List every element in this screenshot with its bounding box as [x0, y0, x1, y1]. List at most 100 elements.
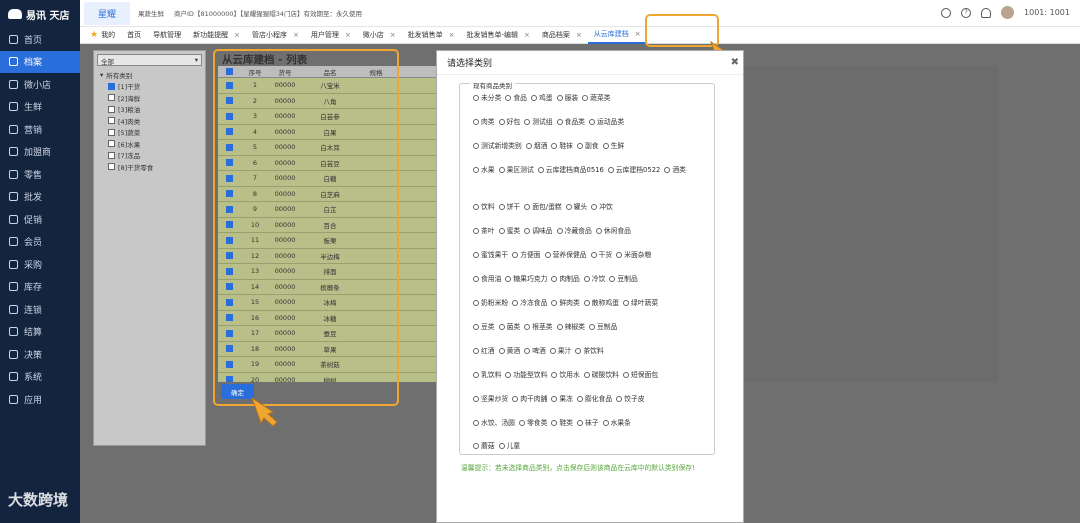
radio-button[interactable]	[473, 228, 479, 234]
checkbox[interactable]	[108, 140, 115, 148]
sidebar-item[interactable]: 批发	[0, 186, 80, 209]
radio-button[interactable]	[583, 276, 590, 282]
radio-button[interactable]	[549, 348, 556, 354]
radio-option[interactable]: 蜜类	[498, 227, 520, 236]
radio-button[interactable]	[576, 396, 583, 402]
radio-button[interactable]	[588, 119, 595, 125]
sidebar-item[interactable]: 零售	[0, 163, 80, 186]
radio-button[interactable]	[525, 143, 532, 149]
radio-option[interactable]: 米面杂粮	[616, 251, 651, 260]
radio-button[interactable]	[512, 300, 519, 306]
radio-option[interactable]: 冲饮	[591, 203, 613, 212]
close-icon[interactable]: ×	[635, 30, 641, 38]
radio-option[interactable]: 黄酒	[498, 347, 520, 356]
radio-option[interactable]: 饺子皮	[616, 395, 645, 404]
checkbox[interactable]	[108, 163, 115, 171]
radio-option[interactable]: 测试组	[524, 118, 553, 127]
radio-button[interactable]	[473, 204, 479, 210]
tab-item[interactable]: 微小店 ×	[357, 27, 402, 44]
radio-button[interactable]	[473, 167, 479, 173]
radio-option[interactable]: 水果条	[602, 419, 631, 428]
radio-button[interactable]	[473, 324, 479, 330]
radio-button[interactable]	[505, 95, 512, 101]
radio-button[interactable]	[498, 443, 505, 449]
radio-option[interactable]: 方便面	[512, 251, 541, 260]
radio-button[interactable]	[551, 276, 558, 282]
radio-option[interactable]: 饮用水	[551, 371, 580, 380]
radio-button[interactable]	[512, 396, 519, 402]
radio-button[interactable]	[473, 420, 479, 426]
radio-button[interactable]	[473, 348, 479, 354]
radio-button[interactable]	[473, 95, 479, 101]
checkbox[interactable]	[108, 151, 115, 159]
radio-button[interactable]	[595, 228, 602, 234]
radio-option[interactable]: 茶饮料	[575, 347, 604, 356]
radio-button[interactable]	[524, 204, 531, 210]
sidebar-item[interactable]: 连锁	[0, 298, 80, 321]
tab-item[interactable]: 用户管理 ×	[305, 27, 357, 44]
tree-node[interactable]: [6]水果	[94, 138, 205, 150]
radio-button[interactable]	[582, 95, 589, 101]
radio-option[interactable]: 生鲜	[602, 142, 624, 151]
sidebar-item[interactable]: 会员	[0, 231, 80, 254]
radio-button[interactable]	[498, 167, 505, 173]
radio-button[interactable]	[576, 143, 583, 149]
radio-button[interactable]	[556, 324, 563, 330]
radio-option[interactable]: 奶粉米粉	[473, 299, 508, 308]
radio-option[interactable]: 肉干肉脯	[512, 395, 547, 404]
radio-option[interactable]: 云库建档0522	[607, 166, 660, 175]
sidebar-item[interactable]: 库存	[0, 276, 80, 299]
radio-button[interactable]	[607, 167, 614, 173]
brand-button[interactable]: 星耀	[84, 1, 131, 25]
radio-button[interactable]	[556, 228, 563, 234]
radio-option[interactable]: 鞋袜	[551, 142, 573, 151]
radio-option[interactable]: 啤酒	[524, 347, 546, 356]
radio-button[interactable]	[551, 420, 558, 426]
radio-option[interactable]: 红酒	[473, 347, 495, 356]
radio-button[interactable]	[473, 143, 479, 149]
close-icon[interactable]: ×	[524, 31, 530, 39]
tab-item[interactable]: 新功能提醒 ×	[187, 27, 246, 44]
close-icon[interactable]: ×	[293, 31, 299, 39]
radio-option[interactable]: 鞋类	[551, 419, 573, 428]
close-icon[interactable]: ×	[345, 31, 351, 39]
tree-node[interactable]: [3]粮油	[94, 104, 205, 116]
radio-button[interactable]	[498, 228, 505, 234]
radio-option[interactable]: 碳酸饮料	[583, 371, 619, 380]
radio-option[interactable]: 鲜肉类	[551, 299, 580, 308]
checkbox[interactable]	[108, 82, 115, 90]
radio-option[interactable]: 绿叶蔬菜	[622, 299, 658, 308]
sidebar-item[interactable]: 采购	[0, 253, 80, 276]
radio-button[interactable]	[473, 396, 479, 402]
radio-option[interactable]: 饮料	[473, 203, 495, 212]
radio-button[interactable]	[583, 372, 590, 378]
close-icon[interactable]: ×	[576, 31, 582, 39]
radio-button[interactable]	[565, 204, 572, 210]
radio-button[interactable]	[616, 396, 623, 402]
radio-option[interactable]: 罐头	[565, 203, 587, 212]
tree-node[interactable]: [7]冻品	[94, 150, 205, 162]
radio-option[interactable]: 坚果炒货	[473, 395, 508, 404]
radio-button[interactable]	[590, 252, 597, 258]
close-icon[interactable]: ×	[449, 31, 455, 39]
radio-option[interactable]: 袜子	[576, 419, 599, 428]
sidebar-item[interactable]: 微小店	[0, 73, 80, 96]
radio-button[interactable]	[505, 276, 512, 282]
radio-option[interactable]: 面包/蛋糕	[524, 203, 562, 212]
radio-option[interactable]: 豆类	[473, 323, 495, 332]
radio-option[interactable]: 调味品	[524, 227, 553, 236]
radio-button[interactable]	[518, 420, 525, 426]
radio-button[interactable]	[588, 324, 595, 330]
radio-option[interactable]: 糖果巧克力	[505, 275, 547, 284]
user-label[interactable]: 1001: 1001	[1024, 8, 1070, 17]
radio-button[interactable]	[544, 252, 551, 258]
sidebar-item[interactable]: 生鲜	[0, 96, 80, 119]
radio-option[interactable]: 饼干	[498, 203, 520, 212]
tab-item[interactable]: 导航管理	[147, 27, 187, 44]
radio-button[interactable]	[473, 372, 479, 378]
radio-button[interactable]	[556, 95, 563, 101]
tab-item[interactable]: 批发销售单 ×	[402, 27, 461, 44]
radio-option[interactable]: 果冻	[551, 395, 573, 404]
radio-option[interactable]: 水饺、汤圆	[473, 419, 515, 428]
radio-option[interactable]: 食品类	[556, 118, 585, 127]
